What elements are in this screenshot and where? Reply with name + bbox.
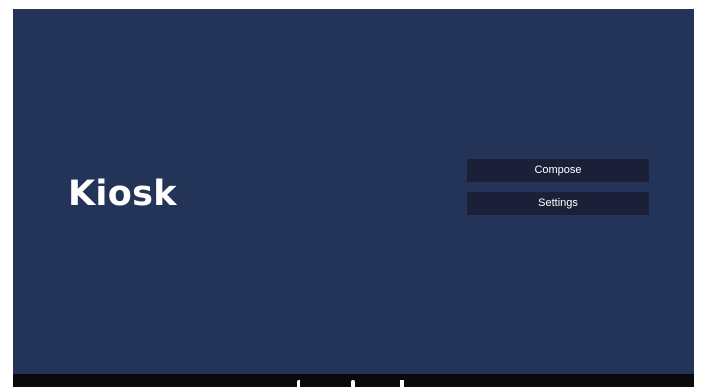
- recents-icon[interactable]: [400, 380, 404, 387]
- app-title: Kiosk: [68, 174, 177, 214]
- compose-button[interactable]: Compose: [467, 159, 649, 182]
- settings-button[interactable]: Settings: [467, 192, 649, 215]
- home-icon[interactable]: [351, 380, 355, 387]
- back-icon[interactable]: [297, 380, 300, 387]
- app-screen: Kiosk Compose Settings: [13, 9, 694, 374]
- system-nav-bar: [13, 374, 694, 387]
- clipped-caption: [0, 0, 701, 9]
